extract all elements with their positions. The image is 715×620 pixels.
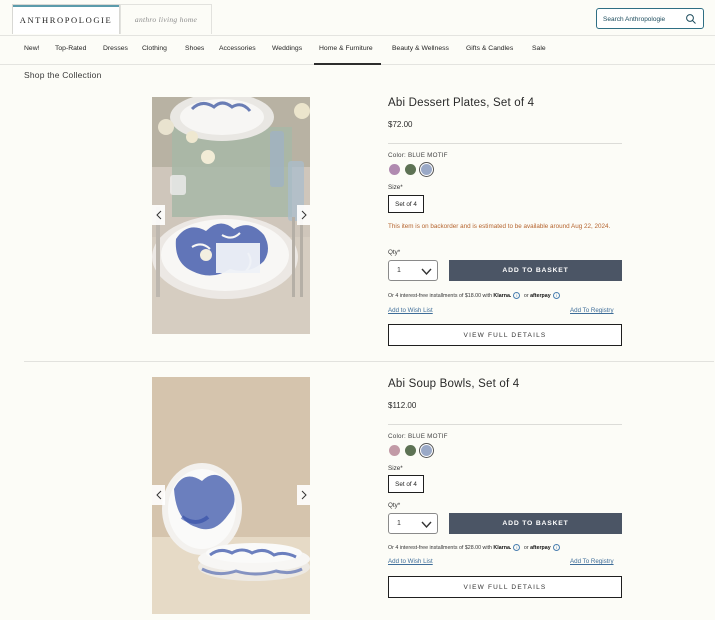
qty-label: Qty* <box>388 502 401 509</box>
brand-tab-anthro-living[interactable]: anthro living home <box>120 4 212 34</box>
nav-item-accessories[interactable]: Accessories <box>219 45 256 52</box>
active-tab-indicator <box>13 5 119 7</box>
nav-item-clothing[interactable]: Clothing <box>142 45 167 52</box>
brand-logo: ANTHROPOLOGIE <box>19 15 113 25</box>
installments-info: Or 4 interest-free installments of $28.0… <box>388 544 562 551</box>
view-full-details-button[interactable]: VIEW FULL DETAILS <box>388 576 622 598</box>
nav-item-new[interactable]: New! <box>24 45 40 52</box>
color-swatch-blue-motif[interactable] <box>421 164 432 175</box>
color-swatch-blue-motif[interactable] <box>421 445 432 456</box>
add-to-basket-button[interactable]: ADD TO BASKET <box>449 260 622 281</box>
product-title[interactable]: Abi Dessert Plates, Set of 4 <box>388 97 534 109</box>
nav-item-gifts-candles[interactable]: Gifts & Candles <box>466 45 513 52</box>
qty-value: 1 <box>397 267 401 274</box>
nav-item-dresses[interactable]: Dresses <box>103 45 128 52</box>
installments-info: Or 4 interest-free installments of $18.0… <box>388 292 562 299</box>
chevron-down-icon <box>421 521 432 529</box>
klarna-logo: Klarna. <box>493 292 512 299</box>
nav-item-shoes[interactable]: Shoes <box>185 45 204 52</box>
section-title: Shop the Collection <box>24 70 102 80</box>
qty-label: Qty* <box>388 249 401 256</box>
add-to-wish-list-link[interactable]: Add to Wish List <box>388 307 433 314</box>
product-title[interactable]: Abi Soup Bowls, Set of 4 <box>388 378 519 390</box>
klarna-logo: Klarna. <box>493 544 512 551</box>
chevron-right-icon <box>301 210 307 220</box>
add-to-basket-button[interactable]: ADD TO BASKET <box>449 513 622 534</box>
size-option-set-of-4[interactable]: Set of 4 <box>388 195 424 213</box>
color-swatch-green[interactable] <box>405 164 416 175</box>
nav-item-sale[interactable]: Sale <box>532 45 546 52</box>
product-image[interactable] <box>152 377 310 614</box>
search-icon[interactable] <box>685 13 697 25</box>
view-full-details-button[interactable]: VIEW FULL DETAILS <box>388 324 622 346</box>
product-price: $72.00 <box>388 120 413 129</box>
color-label: Color: BLUE MOTIF <box>388 433 448 440</box>
chevron-left-icon <box>155 210 161 220</box>
nav-item-weddings[interactable]: Weddings <box>272 45 302 52</box>
size-option-set-of-4[interactable]: Set of 4 <box>388 475 424 493</box>
carousel-next-button[interactable] <box>297 485 310 505</box>
carousel-next-button[interactable] <box>297 205 310 225</box>
color-swatch-pink[interactable] <box>389 445 400 456</box>
search-box[interactable] <box>596 8 704 29</box>
nav-item-beauty-wellness[interactable]: Beauty & Wellness <box>392 45 449 52</box>
divider <box>388 143 622 144</box>
info-icon[interactable]: i <box>513 544 521 551</box>
nav-active-indicator <box>314 63 381 65</box>
info-icon[interactable]: i <box>552 292 560 299</box>
qty-select[interactable]: 1 <box>388 260 438 281</box>
main-navigation: New! Top-Rated Dresses Clothing Shoes Ac… <box>0 37 715 65</box>
soup-bowls-photo <box>152 377 310 614</box>
afterpay-logo: afterpay <box>530 292 551 299</box>
add-to-wish-list-link[interactable]: Add to Wish List <box>388 558 433 565</box>
product-card: Abi Soup Bowls, Set of 4 $112.00 Color: … <box>24 365 714 620</box>
info-icon[interactable]: i <box>552 544 560 551</box>
backorder-message: This item is on backorder and is estimat… <box>388 223 611 230</box>
qty-value: 1 <box>397 520 401 527</box>
info-icon[interactable]: i <box>513 292 521 299</box>
chevron-down-icon <box>421 268 432 276</box>
nav-item-home-furniture[interactable]: Home & Furniture <box>319 45 373 52</box>
dessert-plates-photo <box>152 97 310 334</box>
size-label: Size* <box>388 184 403 191</box>
afterpay-logo: afterpay <box>530 544 551 551</box>
divider <box>388 424 622 425</box>
divider <box>24 361 714 362</box>
brand-tab-anthropologie[interactable]: ANTHROPOLOGIE <box>12 4 120 34</box>
color-swatch-green[interactable] <box>405 445 416 456</box>
product-price: $112.00 <box>388 401 417 410</box>
add-to-registry-link[interactable]: Add To Registry <box>570 307 614 314</box>
qty-select[interactable]: 1 <box>388 513 438 534</box>
carousel-prev-button[interactable] <box>152 485 165 505</box>
brand-logo-secondary: anthro living home <box>134 15 198 24</box>
search-input[interactable] <box>603 12 683 26</box>
chevron-right-icon <box>301 490 307 500</box>
carousel-prev-button[interactable] <box>152 205 165 225</box>
site-header: ANTHROPOLOGIE anthro living home <box>0 0 715 36</box>
size-label: Size* <box>388 465 403 472</box>
product-image[interactable] <box>152 97 310 334</box>
product-card: Abi Dessert Plates, Set of 4 $72.00 Colo… <box>24 85 714 362</box>
add-to-registry-link[interactable]: Add To Registry <box>570 558 614 565</box>
nav-item-top-rated[interactable]: Top-Rated <box>55 45 86 52</box>
chevron-left-icon <box>155 490 161 500</box>
color-swatch-mauve[interactable] <box>389 164 400 175</box>
color-label: Color: BLUE MOTIF <box>388 152 448 159</box>
